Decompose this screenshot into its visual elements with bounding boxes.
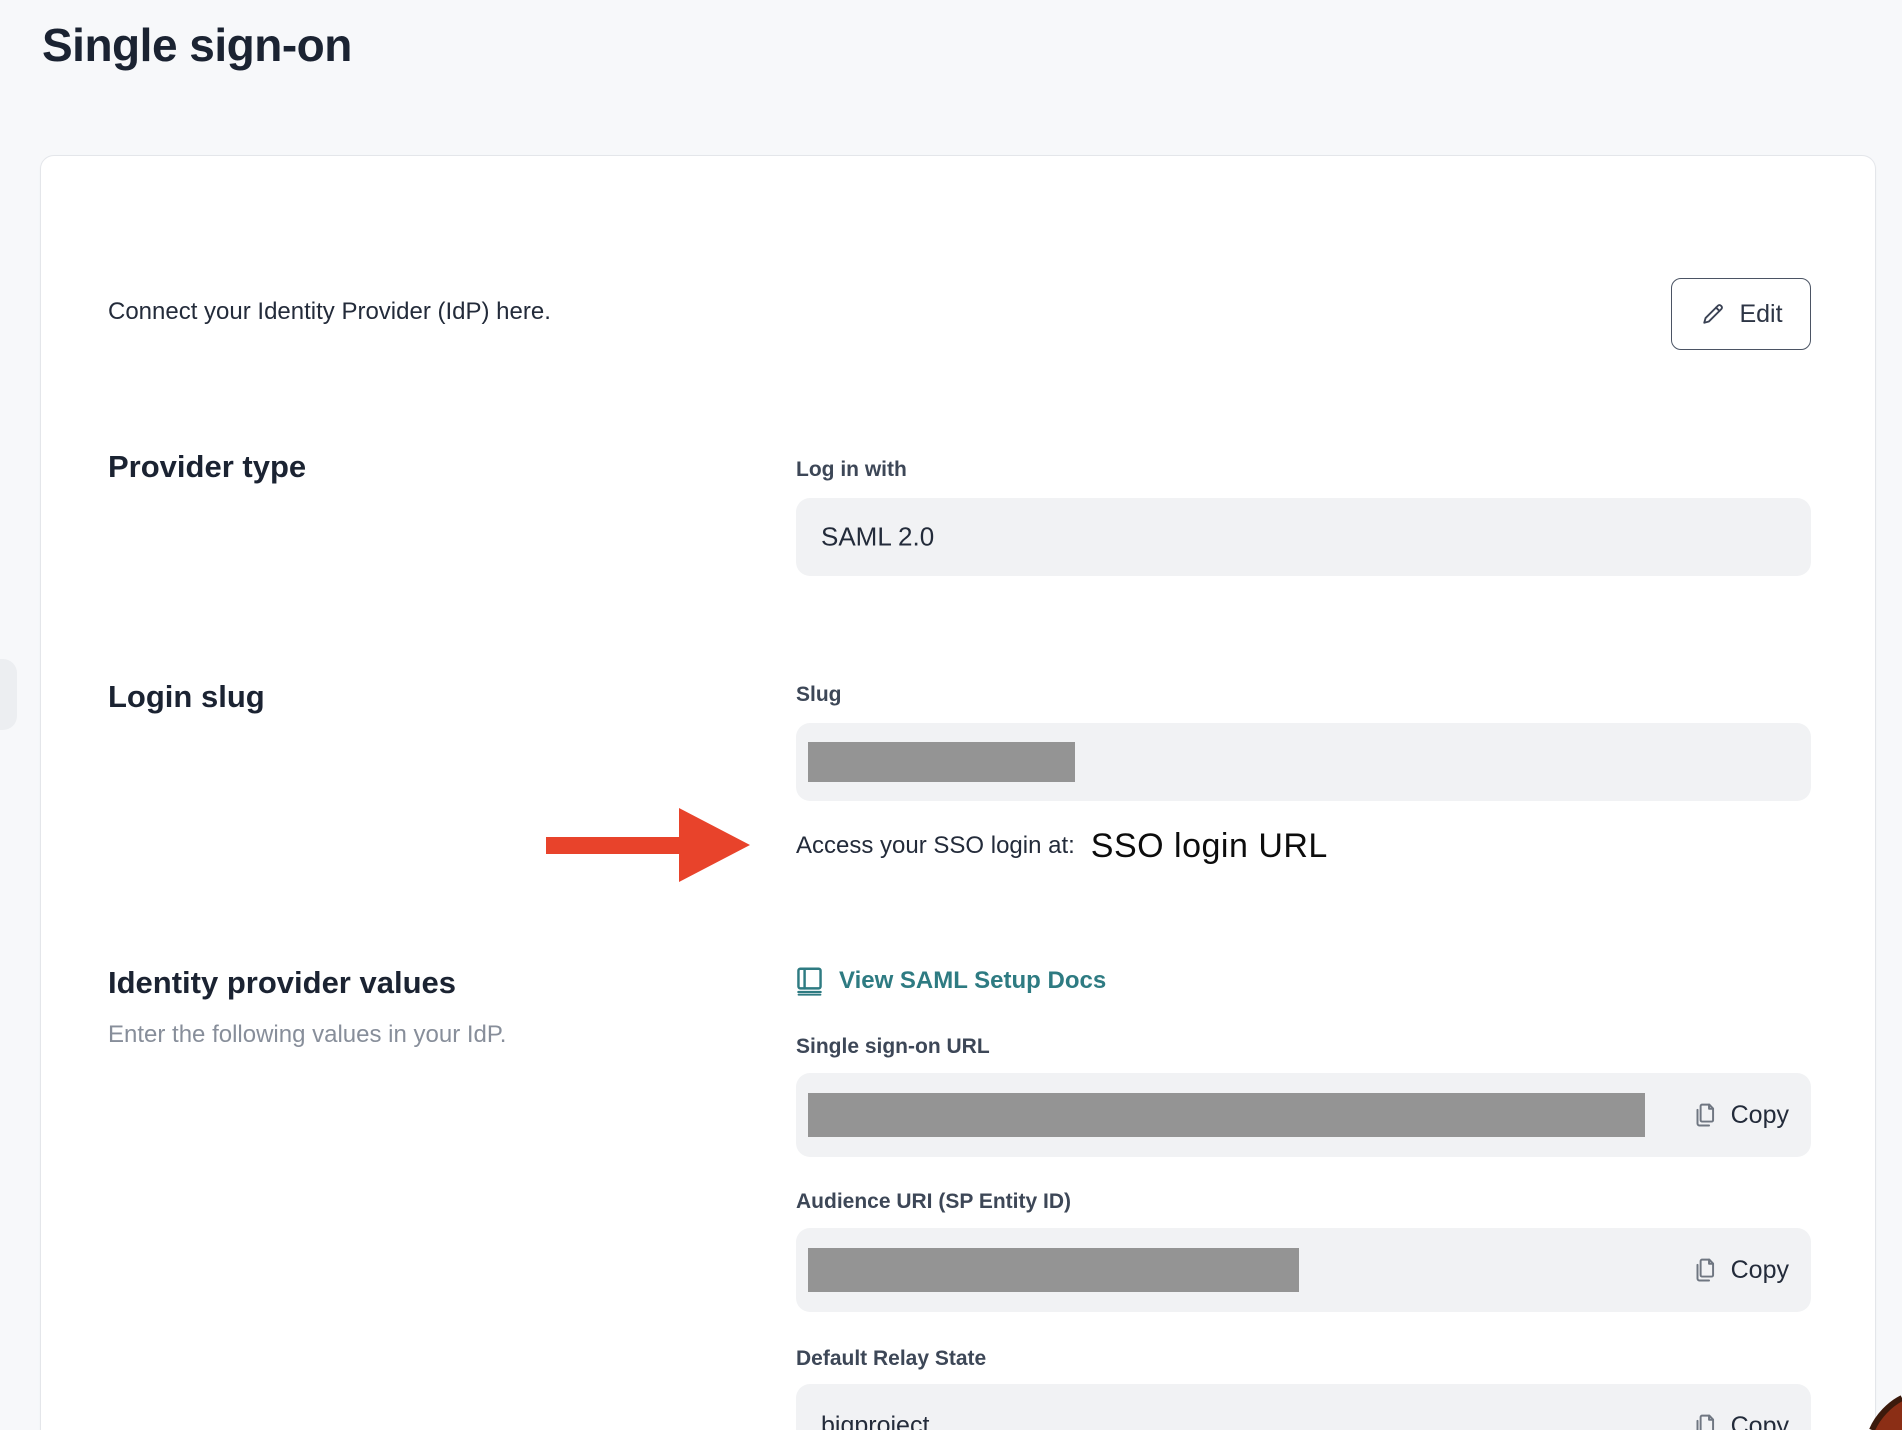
default-relay-state-value: bigproject bbox=[821, 1412, 929, 1430]
docs-book-icon bbox=[796, 966, 823, 996]
slug-label: Slug bbox=[796, 683, 842, 707]
sso-url-field: Copy bbox=[796, 1073, 1811, 1157]
corner-annotation-fragment bbox=[1842, 1370, 1902, 1430]
redacted-slug-value bbox=[808, 742, 1075, 782]
annotation-arrow-icon bbox=[679, 808, 750, 882]
view-saml-docs-label: View SAML Setup Docs bbox=[839, 967, 1106, 995]
idp-values-subheading: Enter the following values in your IdP. bbox=[108, 1021, 506, 1049]
annotation-arrow-shaft bbox=[546, 837, 681, 854]
access-prefix-text: Access your SSO login at: bbox=[796, 832, 1075, 860]
copy-audience-uri-button[interactable]: Copy bbox=[1691, 1255, 1789, 1285]
default-relay-state-label: Default Relay State bbox=[796, 1347, 986, 1371]
sso-url-label: Single sign-on URL bbox=[796, 1035, 990, 1059]
slug-field bbox=[796, 723, 1811, 801]
copy-button-label: Copy bbox=[1731, 1412, 1789, 1430]
login-with-label: Log in with bbox=[796, 458, 907, 482]
redacted-sso-url-value bbox=[808, 1093, 1645, 1137]
copy-icon bbox=[1691, 1100, 1719, 1130]
view-saml-docs-link[interactable]: View SAML Setup Docs bbox=[796, 966, 1106, 996]
provider-type-heading: Provider type bbox=[108, 449, 306, 485]
copy-button-label: Copy bbox=[1731, 1101, 1789, 1130]
copy-sso-url-button[interactable]: Copy bbox=[1691, 1100, 1789, 1130]
login-slug-heading: Login slug bbox=[108, 679, 265, 715]
audience-uri-field: Copy bbox=[796, 1228, 1811, 1312]
copy-icon bbox=[1691, 1255, 1719, 1285]
idp-values-heading: Identity provider values bbox=[108, 965, 456, 1001]
provider-type-field: SAML 2.0 bbox=[796, 498, 1811, 576]
access-login-row: Access your SSO login at: SSO login URL bbox=[796, 821, 1328, 871]
intro-text: Connect your Identity Provider (IdP) her… bbox=[108, 298, 551, 326]
sso-settings-card: Connect your Identity Provider (IdP) her… bbox=[40, 155, 1876, 1430]
default-relay-state-field: bigproject Copy bbox=[796, 1384, 1811, 1430]
redacted-audience-uri-value bbox=[808, 1248, 1299, 1292]
sso-settings-page: Single sign-on Connect your Identity Pro… bbox=[0, 0, 1902, 1430]
copy-button-label: Copy bbox=[1731, 1256, 1789, 1285]
edit-button-label: Edit bbox=[1739, 300, 1782, 329]
edge-drawer-handle[interactable] bbox=[0, 659, 17, 730]
provider-type-value: SAML 2.0 bbox=[821, 522, 934, 553]
pencil-icon bbox=[1699, 300, 1727, 328]
edit-button[interactable]: Edit bbox=[1671, 278, 1811, 350]
copy-icon bbox=[1691, 1411, 1719, 1430]
audience-uri-label: Audience URI (SP Entity ID) bbox=[796, 1190, 1071, 1214]
copy-relay-state-button[interactable]: Copy bbox=[1691, 1411, 1789, 1430]
sso-login-url-annotation: SSO login URL bbox=[1091, 827, 1328, 866]
page-title: Single sign-on bbox=[42, 18, 352, 72]
